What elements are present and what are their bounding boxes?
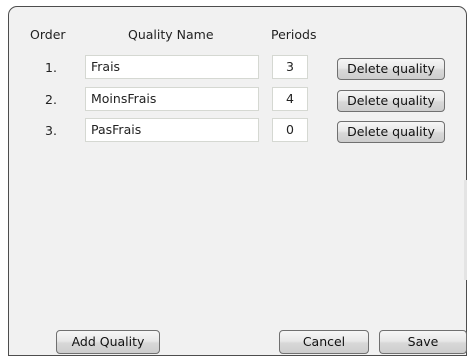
row-order-3: 3. xyxy=(45,123,57,138)
header-quality-name: Quality Name xyxy=(128,27,214,42)
periods-field-1[interactable]: 3 xyxy=(272,55,308,79)
header-order: Order xyxy=(30,27,66,42)
quality-name-field-3[interactable]: PasFrais xyxy=(85,118,259,142)
header-periods: Periods xyxy=(271,27,317,42)
quality-name-field-1[interactable]: Frais xyxy=(85,55,259,79)
delete-quality-button-1[interactable]: Delete quality xyxy=(337,58,445,80)
row-order-2: 2. xyxy=(45,92,57,107)
cancel-button[interactable]: Cancel xyxy=(279,330,369,354)
periods-field-2[interactable]: 4 xyxy=(272,87,308,111)
add-quality-button[interactable]: Add Quality xyxy=(56,330,160,354)
periods-field-3[interactable]: 0 xyxy=(272,118,308,142)
row-order-1: 1. xyxy=(45,60,57,75)
save-button[interactable]: Save xyxy=(379,330,467,354)
quality-name-field-2[interactable]: MoinsFrais xyxy=(85,87,259,111)
panel-scrollbar[interactable] xyxy=(464,180,467,280)
delete-quality-button-2[interactable]: Delete quality xyxy=(337,90,445,112)
delete-quality-button-3[interactable]: Delete quality xyxy=(337,121,445,143)
